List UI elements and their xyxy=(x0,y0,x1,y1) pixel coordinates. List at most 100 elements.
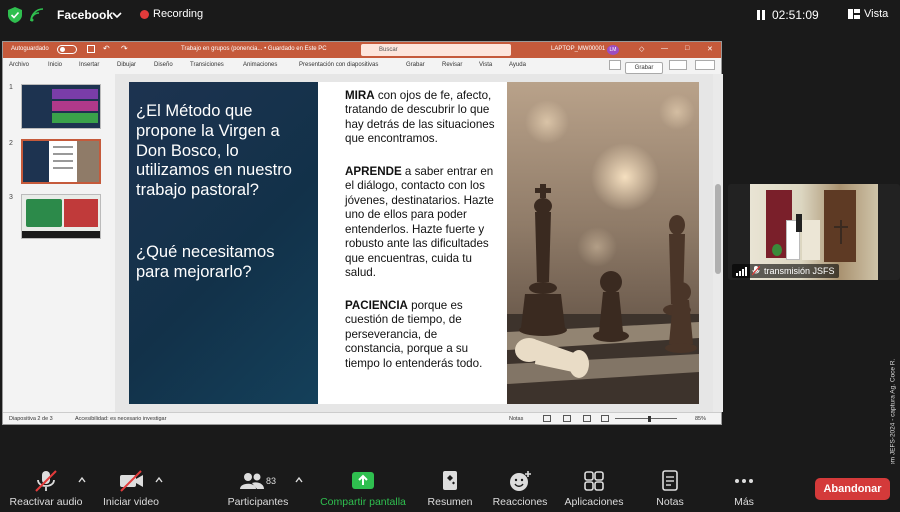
recording-label: Recording xyxy=(153,8,204,20)
close-icon[interactable]: ✕ xyxy=(707,45,713,53)
ppt-status-bar: Diapositiva 2 de 3 Accesibilidad: es nec… xyxy=(3,412,721,424)
accessibility-status[interactable]: Accesibilidad: es necesario investigar xyxy=(75,416,166,422)
summary-button[interactable]: Resumen xyxy=(424,464,476,512)
reactions-label: Reacciones xyxy=(492,496,548,508)
reading-view-icon[interactable] xyxy=(583,415,591,422)
method-item-aprende: APRENDE a saber entrar en el diálogo, co… xyxy=(345,165,499,281)
maximize-icon[interactable]: □ xyxy=(685,45,689,52)
connection-signal-icon[interactable] xyxy=(30,8,44,22)
sorter-view-icon[interactable] xyxy=(563,415,571,422)
tab-insertar[interactable]: Insertar xyxy=(79,62,99,68)
user-avatar[interactable]: LM xyxy=(607,45,619,55)
slide-thumbnails-pane: 1 2 3 xyxy=(3,74,115,412)
slideshow-view-icon[interactable] xyxy=(601,415,609,422)
notes-button[interactable]: Notas xyxy=(509,416,523,422)
share-screen-icon xyxy=(352,472,374,489)
tab-animaciones[interactable]: Animaciones xyxy=(243,62,277,68)
share-screen-label: Compartir pantalla xyxy=(320,496,406,508)
more-button[interactable]: Más xyxy=(726,464,762,512)
tab-grabar[interactable]: Grabar xyxy=(406,62,425,68)
slide-thumbnail-1[interactable] xyxy=(21,84,101,129)
slide-thumbnail-2[interactable] xyxy=(21,139,101,184)
shared-screen-powerpoint: Autoguardado ↶ ↷ Trabajo en grupos (pone… xyxy=(2,41,723,425)
start-video-label: Iniciar video xyxy=(102,496,160,508)
vertical-scrollbar[interactable] xyxy=(713,74,723,412)
normal-view-icon[interactable] xyxy=(543,415,551,422)
slide-text-panel: MIRA con ojos de fe, afecto, tratando de… xyxy=(318,82,507,404)
notes-button[interactable]: Notas xyxy=(650,464,690,512)
timer-value: 02:51:09 xyxy=(772,8,819,22)
zoom-level[interactable]: 85% xyxy=(695,416,706,422)
tab-diseno[interactable]: Diseño xyxy=(154,62,173,68)
participant-name: transmisión JSFS xyxy=(764,266,835,276)
slide-number: 2 xyxy=(9,140,13,147)
present-icon[interactable] xyxy=(669,60,687,70)
share-screen-button[interactable]: Compartir pantalla xyxy=(316,464,410,512)
start-video-button[interactable]: Iniciar video xyxy=(96,464,166,512)
pause-icon[interactable] xyxy=(756,9,766,21)
tab-transiciones[interactable]: Transiciones xyxy=(190,62,224,68)
slide-thumbnail-3[interactable] xyxy=(21,194,101,239)
save-icon[interactable] xyxy=(87,45,95,53)
chevron-up-icon[interactable] xyxy=(295,476,303,484)
search-placeholder: Buscar xyxy=(379,47,398,53)
chevron-up-icon[interactable] xyxy=(155,476,163,484)
redo-icon[interactable]: ↷ xyxy=(121,44,128,53)
participants-count: 83 xyxy=(265,476,276,486)
participant-video-tile[interactable]: transmisión JSFS xyxy=(728,184,900,280)
tab-vista[interactable]: Vista xyxy=(479,62,492,68)
tab-ayuda[interactable]: Ayuda xyxy=(509,62,526,68)
video-off-icon xyxy=(120,470,143,492)
record-button[interactable]: Grabar xyxy=(625,62,663,74)
view-button[interactable]: Vista xyxy=(848,8,888,20)
diamond-icon[interactable]: ◇ xyxy=(639,45,644,53)
autosave-toggle[interactable] xyxy=(57,45,77,54)
method-item-mira: MIRA con ojos de fe, afecto, tratando de… xyxy=(345,89,499,147)
comments-icon[interactable] xyxy=(609,60,621,70)
slide-number: 1 xyxy=(9,84,13,91)
tab-archivo[interactable]: Archivo xyxy=(9,62,29,68)
tab-inicio[interactable]: Inicio xyxy=(48,62,62,68)
more-label: Más xyxy=(734,496,754,508)
slide-counter: Diapositiva 2 de 3 xyxy=(9,416,53,422)
notes-icon xyxy=(662,470,678,491)
shield-icon[interactable] xyxy=(8,7,22,23)
participants-button[interactable]: 83 Participantes xyxy=(222,464,294,512)
meeting-timer: 02:51:09 xyxy=(748,5,827,25)
live-stream-platform[interactable]: Facebook xyxy=(57,8,113,22)
slide-editor: ¿El Método que propone la Virgen a Don B… xyxy=(115,74,713,412)
reactions-icon xyxy=(510,471,531,491)
leave-meeting-button[interactable]: Abandonar xyxy=(815,478,890,500)
zoom-slider-knob[interactable] xyxy=(648,416,651,422)
participants-label: Participantes xyxy=(227,496,289,508)
term-aprende: APRENDE xyxy=(345,164,402,178)
recording-indicator[interactable]: Recording xyxy=(140,8,203,20)
unmute-button[interactable]: Reactivar audio xyxy=(8,464,84,512)
zoom-slider[interactable] xyxy=(615,418,677,419)
apps-icon xyxy=(584,471,604,491)
autosave-label: Autoguardado xyxy=(11,46,49,52)
tab-revisar[interactable]: Revisar xyxy=(442,62,462,68)
more-dots-icon xyxy=(735,479,753,483)
summary-label: Resumen xyxy=(427,496,473,508)
apps-button[interactable]: Aplicaciones xyxy=(562,464,626,512)
tab-dibujar[interactable]: Dibujar xyxy=(117,62,136,68)
undo-icon[interactable]: ↶ xyxy=(103,44,110,53)
share-icon[interactable] xyxy=(695,60,715,70)
ribbon-tabs: Archivo Inicio Insertar Dibujar Diseño T… xyxy=(3,58,721,74)
document-title: Trabajo en grupos (ponencia... • Guardad… xyxy=(181,46,327,52)
scrollbar-thumb[interactable] xyxy=(715,184,721,274)
tab-presentacion[interactable]: Presentación con diapositivas xyxy=(299,62,378,68)
current-slide[interactable]: ¿El Método que propone la Virgen a Don B… xyxy=(129,82,699,404)
ppt-search-box[interactable]: Buscar xyxy=(361,44,511,56)
minimize-icon[interactable]: — xyxy=(661,45,668,52)
text-aprende: a saber entrar en el diálogo, contacto c… xyxy=(345,164,494,280)
chevron-down-icon[interactable] xyxy=(112,10,122,20)
record-dot-icon xyxy=(140,9,149,19)
participants-icon xyxy=(239,473,264,489)
reactions-button[interactable]: Reacciones xyxy=(489,464,551,512)
chevron-up-icon[interactable] xyxy=(78,476,86,484)
muted-mic-icon xyxy=(35,470,57,492)
participant-name-tag: transmisión JSFS xyxy=(732,264,839,278)
slide-question-2: ¿Qué necesitamos para mejorarlo? xyxy=(136,242,275,281)
